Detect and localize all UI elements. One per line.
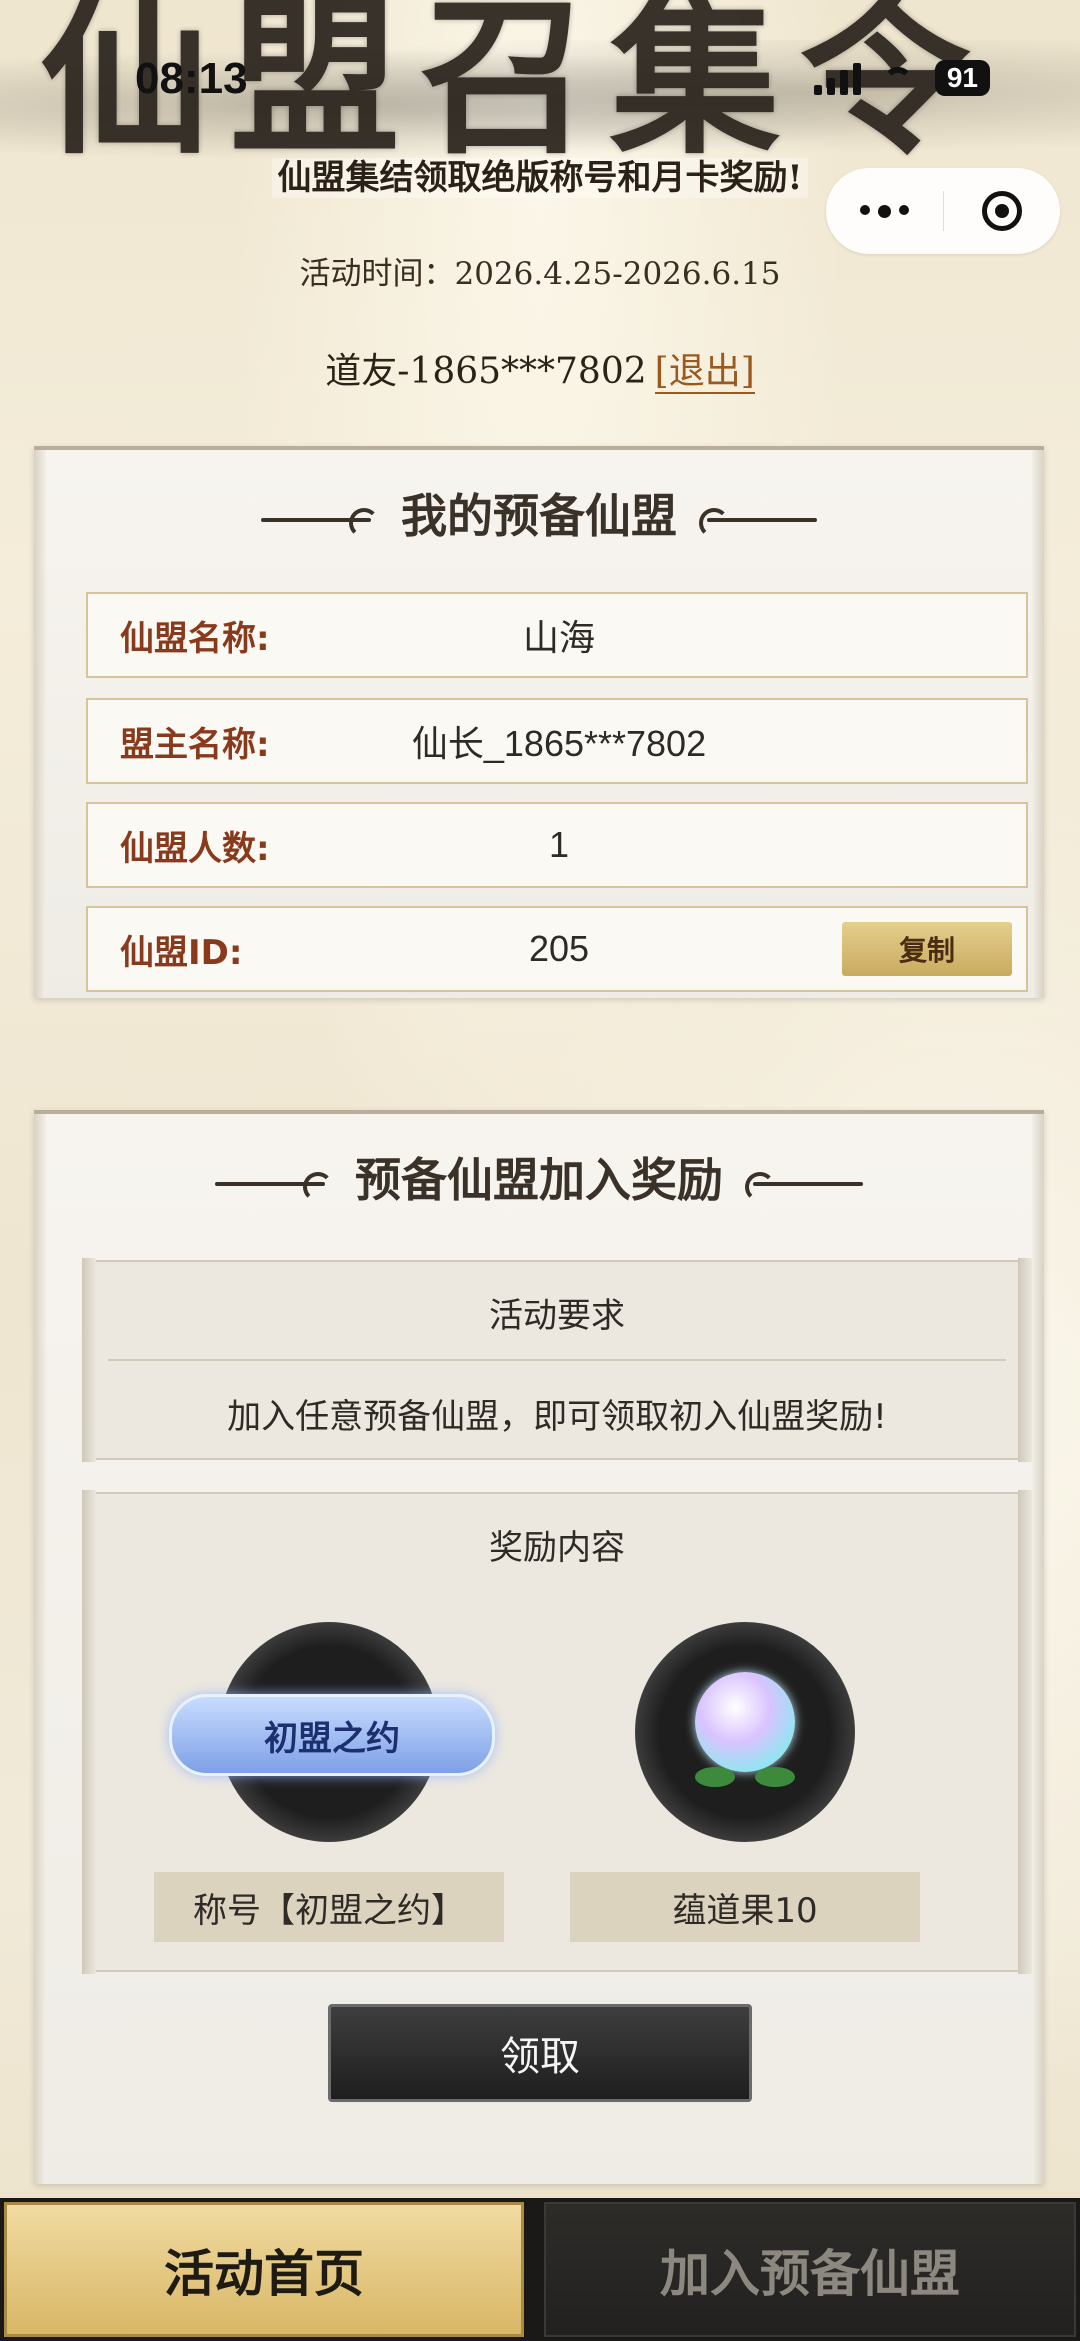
reward-label: 蕴道果10 xyxy=(570,1872,920,1942)
my-alliance-panel: 我的预备仙盟 仙盟名称: 山海 盟主名称: 仙长_1865***7802 仙盟人… xyxy=(34,446,1044,998)
more-icon[interactable] xyxy=(826,204,943,218)
bottom-nav: 活动首页 加入预备仙盟 xyxy=(0,2198,1080,2341)
panel-title: 我的预备仙盟 xyxy=(34,480,1044,546)
claim-button[interactable]: 领取 xyxy=(328,2004,752,2102)
reward-label: 称号【初盟之约】 xyxy=(154,1872,504,1942)
alliance-name-row: 仙盟名称: 山海 xyxy=(86,592,1028,678)
peach-fruit-icon xyxy=(695,1672,795,1772)
ink-circle: 初盟之约 xyxy=(169,1622,495,1842)
leaf-icon xyxy=(695,1767,735,1787)
leader-name-row: 盟主名称: 仙长_1865***7802 xyxy=(86,698,1028,784)
title-ornament-right xyxy=(699,508,817,538)
battery-icon: 91 xyxy=(934,60,990,96)
activity-time: 活动时间：2026.4.25-2026.6.15 xyxy=(299,256,781,292)
status-time: 08:13 xyxy=(135,54,248,103)
title-ornament-left xyxy=(261,508,379,538)
signal-icon xyxy=(813,61,861,95)
reward-heading: 奖励内容 xyxy=(489,1528,625,1568)
reward-item: 初盟之约 称号【初盟之约】 xyxy=(154,1622,504,1942)
member-count-row: 仙盟人数: 1 xyxy=(86,802,1028,888)
row-value: 仙长_1865***7802 xyxy=(411,723,707,764)
logout-link[interactable]: [退出] xyxy=(654,351,755,394)
alliance-id-row: 仙盟ID: 205 复制 xyxy=(86,906,1028,992)
requirement-box: 活动要求 加入任意预备仙盟，即可领取初入仙盟奖励! xyxy=(82,1258,1032,1462)
requirement-heading: 活动要求 xyxy=(489,1296,625,1336)
tab-activity-home[interactable]: 活动首页 xyxy=(4,2202,524,2337)
reward-item: 蕴道果10 xyxy=(570,1622,920,1942)
requirement-text: 加入任意预备仙盟，即可领取初入仙盟奖励! xyxy=(227,1397,887,1437)
panel-title: 预备仙盟加入奖励 xyxy=(34,1144,1044,1210)
title-ornament-left xyxy=(215,1172,333,1202)
tab-join-alliance[interactable]: 加入预备仙盟 xyxy=(544,2202,1076,2337)
row-value: 山海 xyxy=(522,617,595,658)
wifi-icon xyxy=(879,63,917,93)
copy-id-button[interactable]: 复制 xyxy=(842,922,1012,976)
leaf-icon xyxy=(755,1767,795,1787)
event-subtitle: 仙盟集结领取绝版称号和月卡奖励! xyxy=(0,150,1080,199)
status-icons: 91 xyxy=(813,60,990,96)
title-badge-icon: 初盟之约 xyxy=(169,1694,495,1776)
user-name: 道友-1865***7802 xyxy=(325,351,647,392)
title-ornament-right xyxy=(745,1172,863,1202)
user-info: 道友-1865***7802 [退出] xyxy=(0,342,1080,394)
ink-circle xyxy=(635,1622,855,1842)
reward-box: 奖励内容 初盟之约 称号【初盟之约】 蕴道果10 xyxy=(82,1490,1032,1974)
row-value: 1 xyxy=(548,824,570,865)
